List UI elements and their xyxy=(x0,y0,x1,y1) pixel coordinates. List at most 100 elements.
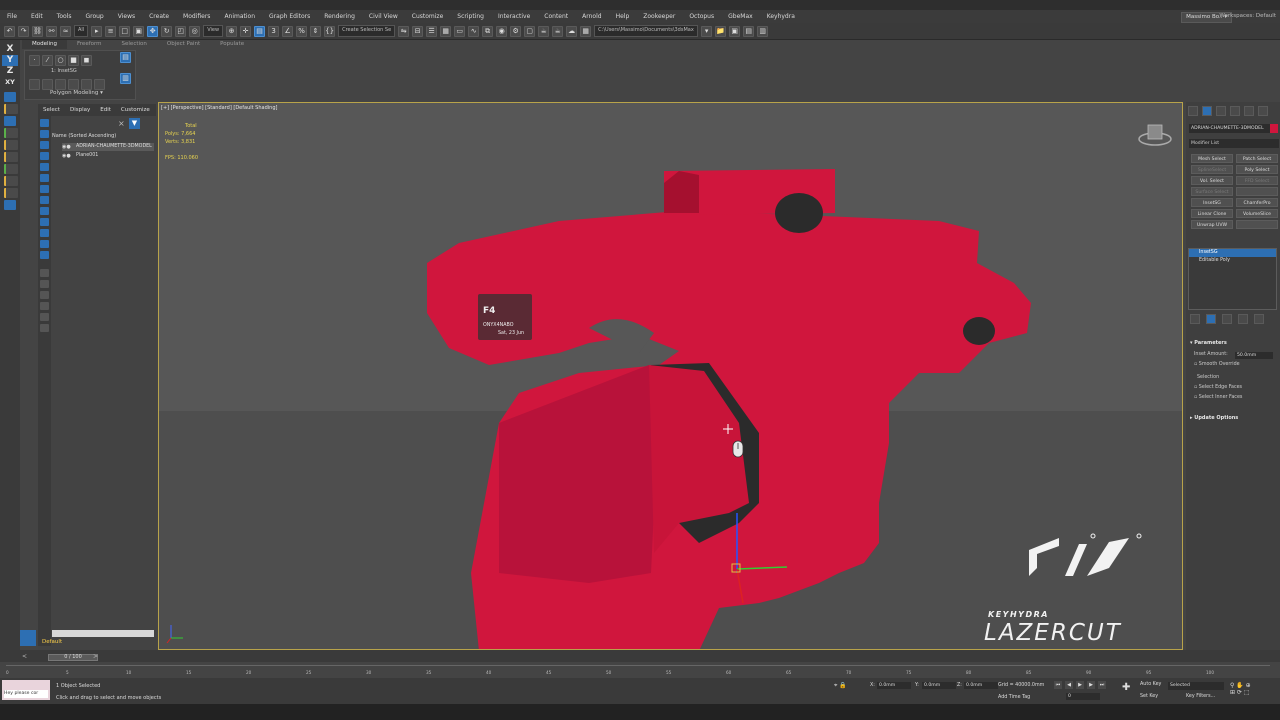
explorer-tab[interactable]: Display xyxy=(65,104,95,116)
modify-tab-icon[interactable] xyxy=(1202,106,1212,116)
mirror-icon[interactable]: ⇋ xyxy=(398,25,410,37)
modifier-button[interactable]: VolumeSlice xyxy=(1236,209,1278,218)
select-edge-faces-checkbox[interactable]: ▫ Select Edge Faces xyxy=(1194,385,1242,390)
rendered-frame-window-icon[interactable]: ▢ xyxy=(524,25,536,37)
visibility-eye-icon[interactable]: ◉● xyxy=(62,144,71,150)
select-inner-faces-checkbox[interactable]: ▫ Select Inner Faces xyxy=(1194,395,1242,400)
maxscript-input[interactable]: Hey please cor xyxy=(4,690,48,698)
ribbon-tab[interactable]: Selection xyxy=(112,40,157,49)
menu-item[interactable]: Octopus xyxy=(682,13,721,20)
clear-search-icon[interactable]: × xyxy=(118,119,125,128)
schematic-view-icon[interactable]: ⧉ xyxy=(482,25,494,37)
filter-layer-icon[interactable] xyxy=(40,313,49,321)
next-frame-icon[interactable]: > xyxy=(93,653,98,660)
filter-funnel-button-icon[interactable]: ▼ xyxy=(129,118,140,129)
explorer-tab[interactable]: Select xyxy=(38,104,65,116)
filter-geometry-icon[interactable] xyxy=(40,119,49,127)
scene-explorer-column-header[interactable]: Name (Sorted Ascending) xyxy=(52,133,116,139)
explorer-tab[interactable]: Edit xyxy=(95,104,116,116)
isolate-selection-icon[interactable]: ⌖ 🔒 xyxy=(834,682,847,690)
snap-icon[interactable] xyxy=(4,92,16,102)
menu-item[interactable]: Graph Editors xyxy=(262,13,317,20)
brush-tool-2-icon[interactable] xyxy=(4,176,18,186)
menu-item[interactable]: Zookeeper xyxy=(636,13,682,20)
viewport-label-menu[interactable]: [+] [Perspective] [Standard] [Default Sh… xyxy=(161,105,277,111)
add-time-tag[interactable]: Add Time Tag xyxy=(998,695,1030,700)
axis-xy-button[interactable]: XY xyxy=(2,77,18,88)
object-name-field[interactable]: ADRIAN-CHAUMETTE-3DMODEL xyxy=(1189,124,1271,133)
select-by-name-icon[interactable]: ≡ xyxy=(105,25,117,37)
filter-xrefs-icon[interactable] xyxy=(40,196,49,204)
inset-amount-spinner[interactable]: 50.0mm xyxy=(1235,352,1273,359)
select-object-icon[interactable]: ▸ xyxy=(91,25,103,37)
menu-item[interactable]: Help xyxy=(609,13,637,20)
ribbon-tab[interactable]: Modeling xyxy=(22,40,68,49)
modifier-button[interactable]: InsetSG xyxy=(1191,198,1233,207)
make-unique-icon[interactable] xyxy=(1222,314,1232,324)
ribbon-tab[interactable]: Freeform xyxy=(67,40,112,49)
menu-item[interactable]: Scripting xyxy=(450,13,491,20)
curve-tool-1-icon[interactable] xyxy=(4,104,18,114)
menu-item[interactable]: Tools xyxy=(50,13,79,20)
filter-hidden-icon[interactable] xyxy=(40,240,49,248)
modifier-button[interactable]: FFD Select xyxy=(1236,176,1278,185)
filter-funnel-icon[interactable] xyxy=(40,302,49,310)
toggle-ribbon-icon[interactable]: ▭ xyxy=(454,25,466,37)
set-key-button[interactable]: Set Key xyxy=(1140,694,1158,699)
edit-named-selection-icon[interactable]: {} xyxy=(324,25,336,37)
bind-space-warp-icon[interactable]: ≈ xyxy=(60,25,71,37)
vertex-icon[interactable]: · xyxy=(29,55,40,66)
filter-cameras-icon[interactable] xyxy=(40,152,49,160)
edge-icon[interactable]: ⁄ xyxy=(42,55,53,66)
ribbon-tool-4-icon[interactable] xyxy=(68,79,79,90)
prev-frame-icon[interactable]: < xyxy=(22,653,27,660)
utilities-tab-icon[interactable] xyxy=(1258,106,1268,116)
paint-tool-icon[interactable] xyxy=(4,152,18,162)
align-icon[interactable]: ⊟ xyxy=(412,25,424,37)
plugin2-icon[interactable]: ▥ xyxy=(757,25,769,37)
stack-item[interactable]: Editable Poly xyxy=(1189,257,1276,265)
modifier-button[interactable]: Mesh Select xyxy=(1191,154,1233,163)
modifier-button[interactable]: ChamferPro xyxy=(1236,198,1278,207)
prev-key-icon[interactable]: ◀ xyxy=(1065,681,1073,689)
visibility-eye-icon[interactable]: ◉● xyxy=(62,153,71,159)
unlink-icon[interactable]: ⚯ xyxy=(46,25,57,37)
ribbon-side-1-icon[interactable]: ▤ xyxy=(120,52,131,63)
menu-item[interactable]: Rendering xyxy=(317,13,362,20)
script-icon[interactable]: ▣ xyxy=(729,25,741,37)
explorer-horizontal-scrollbar[interactable] xyxy=(52,630,154,637)
pin-stack-icon[interactable] xyxy=(1190,314,1200,324)
create-tab-icon[interactable] xyxy=(1188,106,1198,116)
next-key-icon[interactable]: ▶ xyxy=(1087,681,1095,689)
workspace-selector[interactable]: Workspaces: Default xyxy=(1219,12,1276,21)
select-scale-icon[interactable]: ◰ xyxy=(175,25,187,37)
menu-item[interactable]: Content xyxy=(537,13,575,20)
explorer-tab[interactable]: Customize xyxy=(116,104,155,116)
rect-selection-icon[interactable]: □ xyxy=(119,25,131,37)
configure-sets-icon[interactable] xyxy=(1254,314,1264,324)
ribbon-tool-3-icon[interactable] xyxy=(55,79,66,90)
filter-shapes-icon[interactable] xyxy=(40,130,49,138)
layer-explorer-icon[interactable]: ▦ xyxy=(440,25,452,37)
polygon-icon[interactable]: ■ xyxy=(68,55,79,66)
spinner-snap-icon[interactable]: ⇕ xyxy=(310,25,322,37)
ribbon-side-2-icon[interactable]: ▥ xyxy=(120,73,131,84)
parameters-rollout-header[interactable]: ▾ Parameters xyxy=(1190,340,1227,346)
modifier-button[interactable]: Unwrap UVW xyxy=(1191,220,1233,229)
select-move-icon[interactable]: ✥ xyxy=(147,25,159,37)
menu-item[interactable]: Views xyxy=(111,13,142,20)
curve-editor-icon[interactable]: ∿ xyxy=(468,25,480,37)
current-layer-name[interactable]: Default xyxy=(42,639,62,645)
render-setup-icon[interactable]: ⚙ xyxy=(510,25,522,37)
axis-z-button[interactable]: Z xyxy=(2,66,18,77)
remove-modifier-icon[interactable] xyxy=(1238,314,1248,324)
hierarchy-tab-icon[interactable] xyxy=(1216,106,1226,116)
a360-gallery-icon[interactable]: ▦ xyxy=(580,25,592,37)
plugin-icon[interactable]: ▤ xyxy=(743,25,755,37)
filter-bones-icon[interactable] xyxy=(40,207,49,215)
project-path-field[interactable]: C:\Users\Massimo\Documents\3dsMax xyxy=(594,25,699,37)
ribbon-tab[interactable]: Populate xyxy=(210,40,254,49)
ribbon-tool-1-icon[interactable] xyxy=(29,79,40,90)
open-file-icon[interactable]: 📁 xyxy=(715,25,727,37)
filter-none-icon[interactable] xyxy=(40,269,49,277)
